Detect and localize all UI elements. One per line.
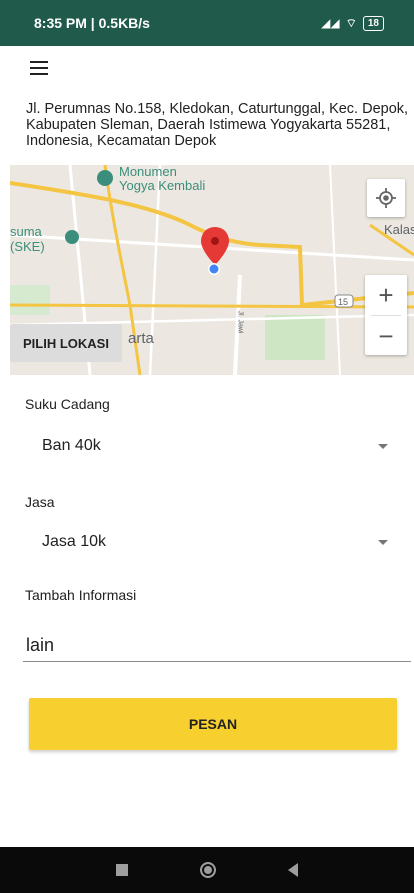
map-label-kalas: Kalas [384,222,414,237]
zoom-controls: + − [365,275,407,355]
dropdown-arrow-icon [378,443,388,449]
service-select[interactable]: Jasa 10k [28,527,398,557]
zoom-out-button[interactable]: − [365,316,407,356]
battery-icon: 18 [362,15,384,31]
map-label-yogya-kembali: Yogya Kembali [119,178,206,193]
system-nav-bar [0,847,414,893]
map-label-road-15: 15 [338,297,349,307]
map-label-ske: (SKE) [10,239,45,254]
hamburger-menu-icon[interactable] [30,61,48,75]
extra-info-input[interactable] [23,630,411,662]
map-label-monumen: Monumen [119,165,177,179]
recents-icon[interactable] [116,864,128,876]
wifi-icon: ⌔ [345,15,357,30]
map-label-arta: arta [128,330,154,347]
signal-icon: ◢◢ [321,16,340,30]
spare-parts-label: Suku Cadang [25,396,110,412]
status-icons: ◢◢ ⌔ 18 [321,15,384,31]
spare-parts-value: Ban 40k [42,437,101,454]
map-label-suma: suma [10,224,42,239]
back-icon[interactable] [288,863,298,877]
selected-address: Jl. Perumnas No.158, Kledokan, Caturtung… [26,101,409,149]
service-value: Jasa 10k [42,533,107,550]
my-location-button[interactable] [367,179,405,217]
zoom-in-button[interactable]: + [365,275,407,315]
spare-parts-select[interactable]: Ban 40k [28,431,398,461]
status-bar: 8:35 PM | 0.5KB/s ◢◢ ⌔ 18 [0,0,414,46]
app-toolbar [0,46,414,96]
status-time: 8:35 PM | 0.5KB/s [34,15,150,31]
pick-location-button[interactable]: PILIH LOKASI [10,324,122,362]
home-icon[interactable] [200,862,216,878]
crosshair-icon [376,188,396,208]
map-label-jl-jawi: Jl. Jawi [236,310,244,334]
dropdown-arrow-icon [378,539,388,545]
service-label: Jasa [25,494,55,510]
extra-info-label: Tambah Informasi [25,587,137,603]
order-button[interactable]: PESAN [29,698,397,750]
